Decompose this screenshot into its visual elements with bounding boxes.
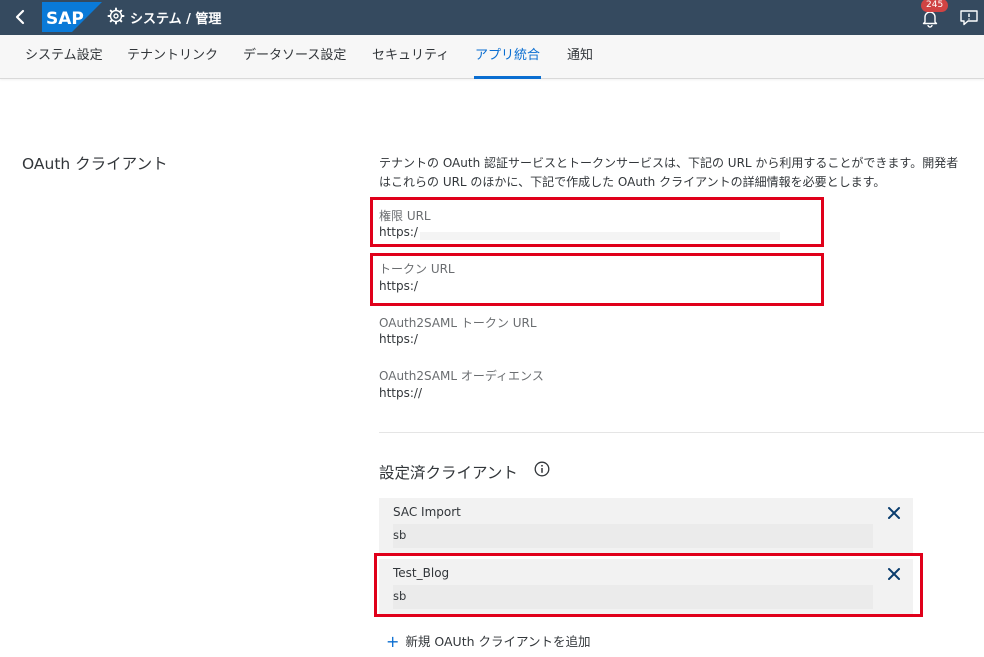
client-name: SAC Import [393, 505, 461, 519]
highlight-box [370, 253, 824, 306]
tab-bar: システム設定 テナントリンク データソース設定 セキュリティ アプリ統合 通知 [0, 35, 984, 79]
back-icon[interactable] [10, 6, 32, 28]
shell-title: システム / 管理 [130, 12, 222, 27]
client-id-field[interactable]: sb [393, 524, 873, 548]
oauth2saml-audience-label: OAuth2SAML オーディエンス [379, 369, 544, 383]
oauth2saml-token-url-label: OAuth2SAML トークン URL [379, 316, 537, 330]
section-divider [379, 432, 984, 433]
add-oauth-client-label: 新規 OAUth クライアントを追加 [405, 634, 591, 649]
highlight-box [370, 197, 824, 247]
oauth-description: テナントの OAuth 認証サービスとトークンサービスは、下記の URL から利… [379, 156, 959, 189]
tab-datasource-settings[interactable]: データソース設定 [243, 35, 346, 79]
shell-bar: SAP システム / 管理 245 [0, 0, 984, 35]
info-icon[interactable] [534, 461, 550, 477]
tab-app-integration[interactable]: アプリ統合 [474, 35, 541, 79]
tab-system-settings[interactable]: システム設定 [25, 35, 103, 79]
tab-notifications[interactable]: 通知 [567, 35, 593, 79]
notification-badge: 245 [921, 0, 949, 12]
plus-icon: + [386, 632, 400, 651]
feedback-icon[interactable] [959, 8, 979, 28]
client-card[interactable]: SAC Import sb [379, 498, 913, 556]
oauth2saml-audience-value[interactable]: https:// [379, 386, 422, 400]
close-icon[interactable] [887, 506, 901, 520]
add-oauth-client-button[interactable]: + 新規 OAUth クライアントを追加 [386, 631, 591, 651]
sap-logo[interactable]: SAP [42, 2, 102, 32]
oauth-section-title: OAuth クライアント [22, 155, 168, 173]
logo-text: SAP [46, 9, 84, 29]
configured-clients-title: 設定済クライアント [379, 464, 518, 482]
oauth2saml-token-url-value[interactable]: https:/ [379, 332, 418, 346]
highlight-box [374, 553, 923, 617]
tab-security[interactable]: セキュリティ [372, 35, 449, 79]
client-id-value: sb [393, 528, 407, 542]
gear-icon [107, 7, 125, 25]
tab-tenant-links[interactable]: テナントリンク [127, 35, 218, 79]
